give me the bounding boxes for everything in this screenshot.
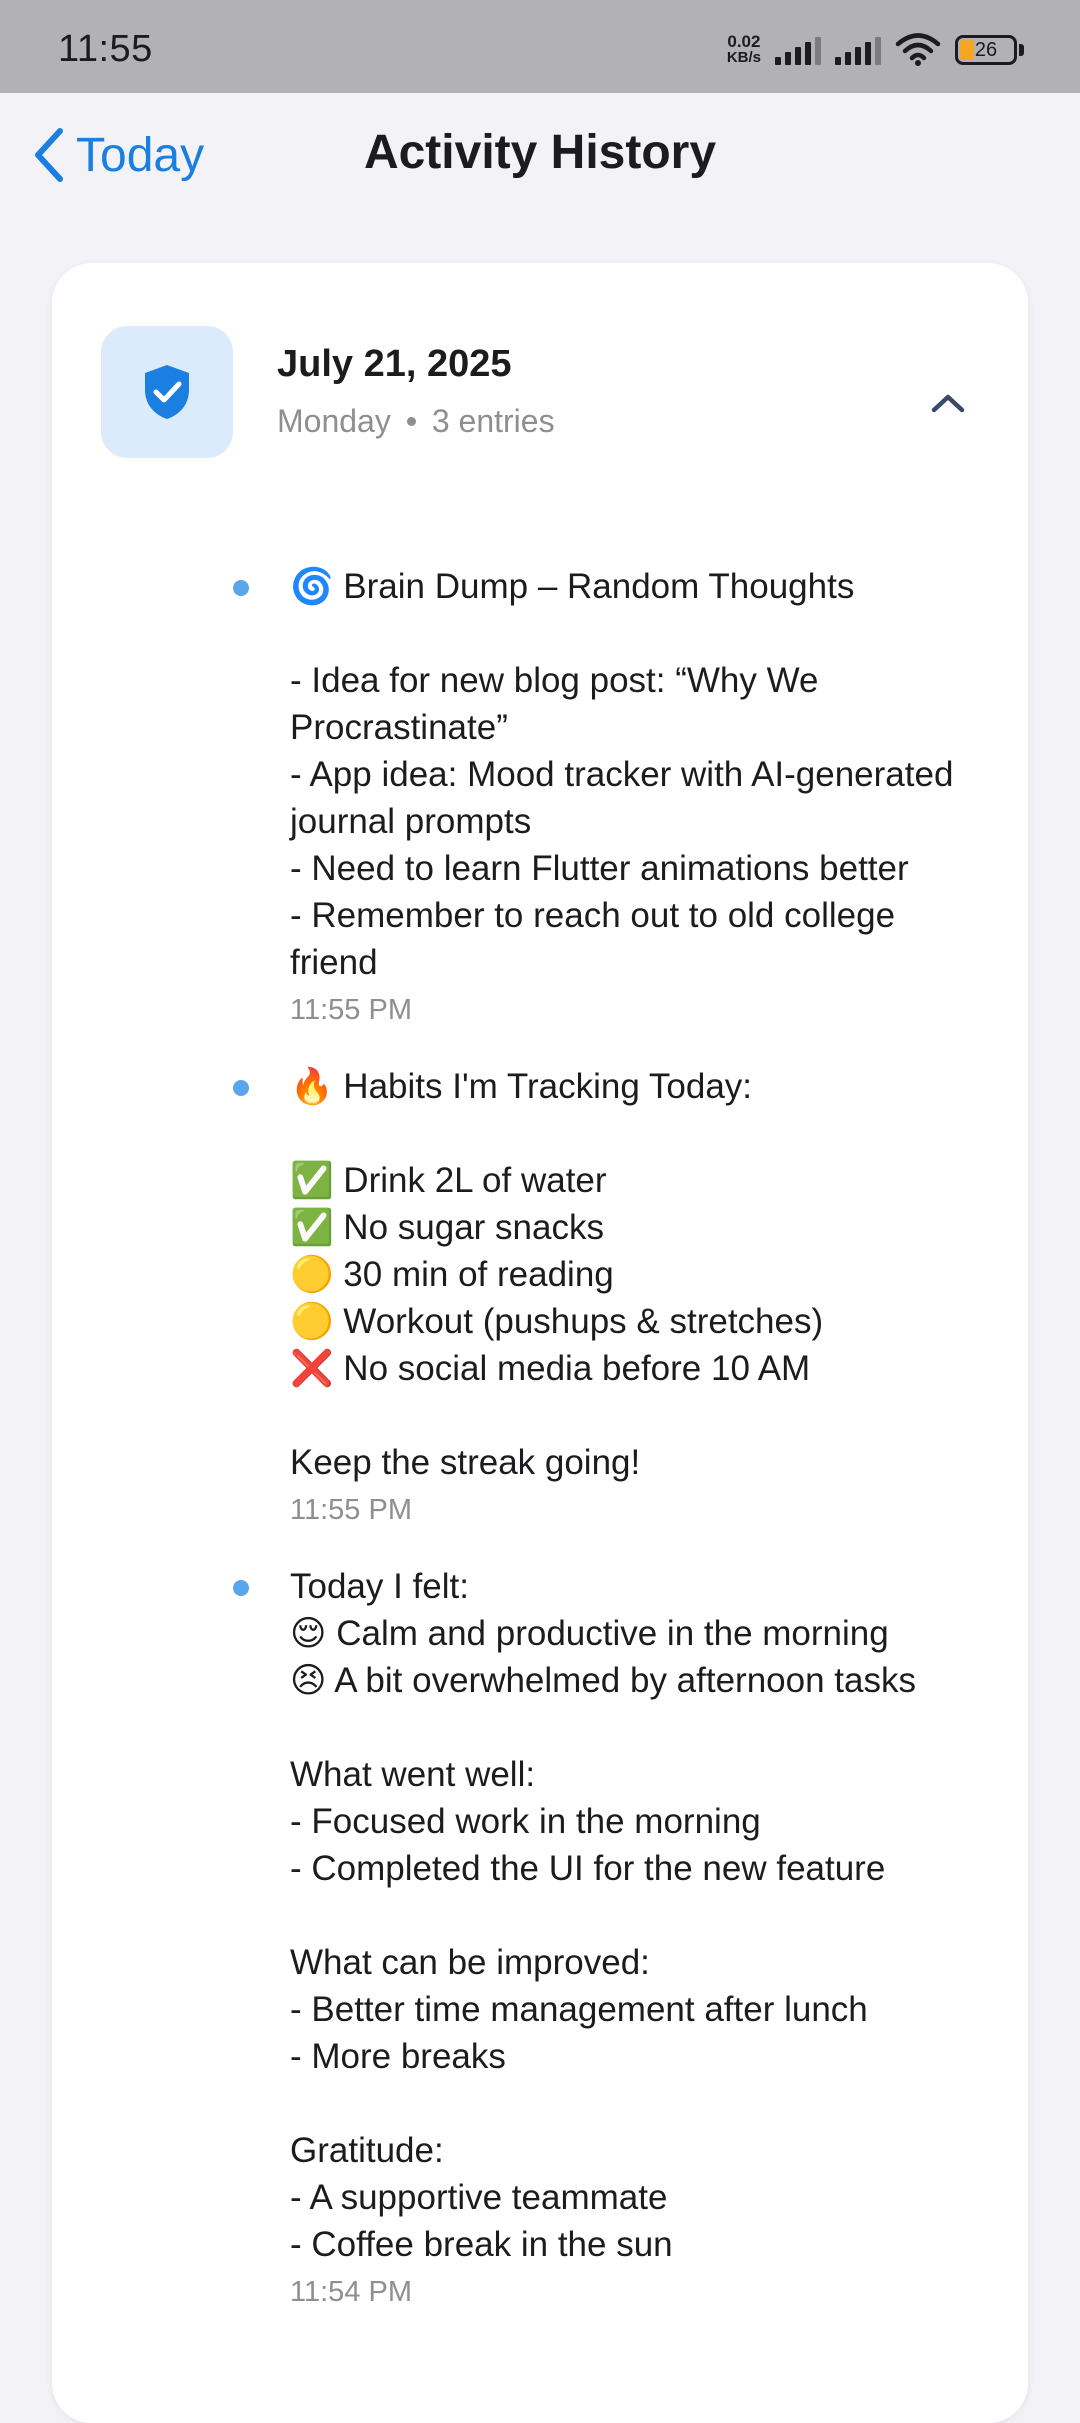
nav-bar: Today Activity History xyxy=(0,93,1080,218)
network-speed: 0.02 KB/s xyxy=(726,32,761,66)
battery-icon: 26 xyxy=(955,35,1017,65)
day-weekday: Monday xyxy=(277,403,391,439)
entry-time: 11:55 PM xyxy=(290,994,412,1026)
shield-check-icon xyxy=(145,365,189,419)
day-icon-box xyxy=(101,326,233,458)
entry-item[interactable]: 🌀 Brain Dump – Random Thoughts - Idea fo… xyxy=(52,563,1028,1027)
day-date: July 21, 2025 xyxy=(277,343,512,385)
signal-icon xyxy=(835,35,881,65)
status-time: 11:55 xyxy=(58,28,153,70)
status-icons: 0.02 KB/s 26 xyxy=(727,30,1024,70)
entry-item[interactable]: Today I felt: 😌 Calm and productive in t… xyxy=(52,1563,1028,2309)
timeline-dot xyxy=(233,580,249,596)
day-meta: Monday 3 entries xyxy=(277,403,555,440)
entry-list: 🌀 Brain Dump – Random Thoughts - Idea fo… xyxy=(52,563,1028,2345)
signal-icon xyxy=(775,35,821,65)
timeline-dot xyxy=(233,1080,249,1096)
network-speed-unit: KB/s xyxy=(726,49,761,66)
entry-text: Today I felt: 😌 Calm and productive in t… xyxy=(290,1567,916,2264)
battery-percent: 26 xyxy=(974,38,998,61)
entry-count: 3 entries xyxy=(431,403,555,439)
day-card: July 21, 2025 Monday 3 entries 🌀 Brain D… xyxy=(52,263,1028,2423)
day-header[interactable]: July 21, 2025 Monday 3 entries xyxy=(52,263,1028,463)
battery-cap xyxy=(1019,44,1024,56)
entry-time: 11:54 PM xyxy=(290,2276,412,2308)
entry-time: 11:55 PM xyxy=(290,1494,412,1526)
entry-item[interactable]: 🔥 Habits I'm Tracking Today: ✅ Drink 2L … xyxy=(52,1063,1028,1527)
battery-fill xyxy=(960,40,974,60)
entry-text: 🌀 Brain Dump – Random Thoughts - Idea fo… xyxy=(290,567,954,982)
wifi-icon xyxy=(895,33,941,66)
status-bar: 11:55 0.02 KB/s 26 xyxy=(0,0,1080,93)
separator-dot xyxy=(406,417,416,426)
timeline-dot xyxy=(233,1580,249,1596)
entry-text: 🔥 Habits I'm Tracking Today: ✅ Drink 2L … xyxy=(290,1067,824,1482)
network-speed-value: 0.02 xyxy=(727,32,761,51)
page-title: Activity History xyxy=(363,126,717,179)
chevron-up-icon xyxy=(931,394,965,413)
collapse-button[interactable] xyxy=(918,373,978,433)
